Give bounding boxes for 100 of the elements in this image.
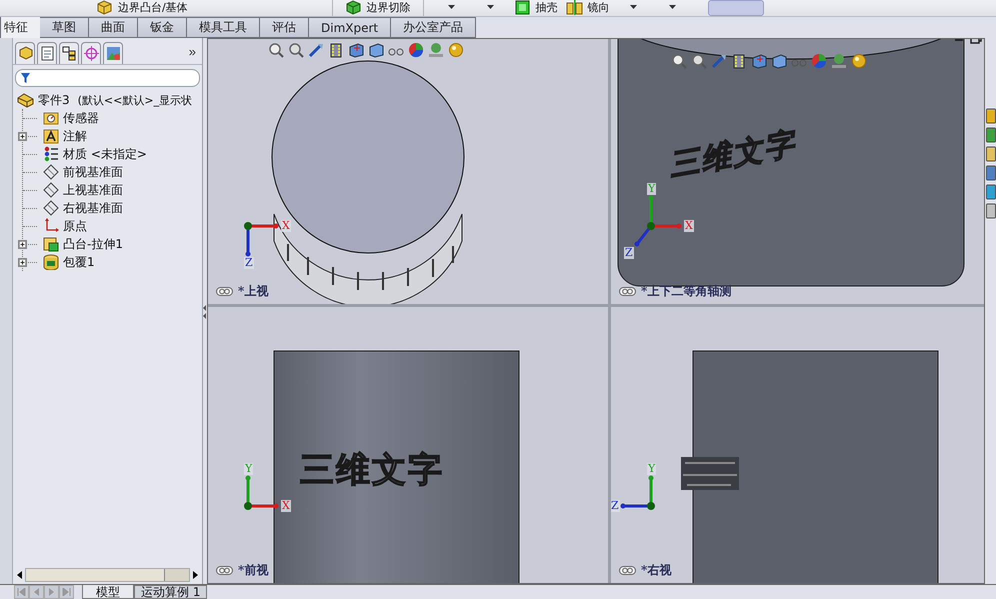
axis-label: Y [647,183,656,195]
more-tabs-button[interactable]: » [188,44,196,58]
plane-icon [43,164,59,180]
filter-icon [21,73,30,83]
horizontal-scrollbar[interactable] [25,568,190,582]
command-tab[interactable]: 草图 [40,17,89,38]
embossed-text: 三维文字 [300,449,444,492]
axis-label: X [281,500,291,512]
bottom-tab[interactable]: 模型 [82,585,134,599]
view-name: *上视 [238,283,268,300]
plane-icon [43,200,59,216]
toolbar-button[interactable]: 抽壳 [510,0,562,15]
caret-icon[interactable] [630,4,637,10]
tree-item[interactable]: 材质 <未指定> [41,146,149,162]
arrow-icon [17,588,26,596]
toolbar-button[interactable]: 边界切除 [340,0,415,15]
toolbar-button[interactable]: 镜向 [562,0,614,15]
extrude-icon [43,236,59,252]
link-views-icon[interactable] [619,566,636,575]
property-manager-icon [40,46,54,61]
configuration-label: (默认<<默认>_显示状 [78,92,192,108]
tree-item[interactable]: 上视基准面 [41,182,125,198]
tree-item[interactable]: 前视基准面 [41,164,125,180]
triad-origin-icon [244,502,252,510]
command-tab[interactable]: 钣金 [138,17,187,38]
axis-label: Z [611,500,620,512]
view-palette-icon[interactable] [986,165,996,181]
link-views-icon[interactable] [619,287,636,296]
command-tab[interactable]: 特征 [0,17,40,38]
previous-view-icon[interactable] [711,53,727,69]
toolbar-button[interactable]: 边界凸台/基体 [92,0,192,15]
previous-view-icon[interactable] [308,42,324,58]
axis-label: Z [244,257,254,269]
axis-label: Z [624,247,634,259]
command-tab[interactable]: 模具工具 [187,17,260,38]
command-tab[interactable]: 评估 [260,17,309,38]
arrow-icon [62,588,71,596]
resources-icon[interactable] [986,108,996,124]
custom-properties-icon[interactable] [986,203,996,219]
section-view-icon[interactable] [328,42,344,58]
view-name: *上下二等角轴测 [641,283,732,300]
tree-item[interactable]: 传感器 [41,110,101,126]
zoom-area-icon[interactable] [691,53,707,69]
origin-icon [43,218,59,234]
view-name: *右视 [641,562,672,579]
axis-label: Y [647,463,656,475]
section-view-icon[interactable] [731,53,747,69]
tree-item[interactable]: 包覆1 [41,254,97,270]
appearances-icon[interactable] [986,184,996,200]
design-library-icon[interactable] [986,127,996,143]
link-views-icon[interactable] [216,566,233,575]
annotation-folder-icon [43,128,59,144]
expand-icon[interactable] [18,132,27,140]
bottom-tab[interactable]: 运动算例 1 [134,585,208,599]
triad-origin-icon [647,502,655,510]
cube-icon [514,0,531,16]
mirror-icon [566,0,583,16]
feature-manager-icon [18,46,32,61]
display-style-icon[interactable] [368,42,384,58]
material-icon [43,146,59,162]
filter-field[interactable] [15,69,200,87]
command-tab[interactable]: DimXpert [309,17,392,38]
tree-item[interactable]: 原点 [41,218,89,234]
panel-tab[interactable] [59,42,79,64]
caret-icon[interactable] [668,4,676,10]
tree-item[interactable]: 右视基准面 [41,200,125,216]
scene-icon[interactable] [831,53,847,69]
expand-icon[interactable] [18,240,27,248]
tree-item[interactable]: 凸台-拉伸1 [41,236,125,252]
configuration-manager-icon [62,46,76,61]
appearance-icon[interactable] [408,42,424,58]
triad-origin-icon [244,222,252,230]
tree-root-item[interactable]: 零件3 [15,92,72,108]
cube-icon [96,0,113,16]
command-tab[interactable]: 曲面 [89,17,138,38]
axis-label: Y [244,463,254,475]
axis-label: X [684,220,694,232]
tree-item[interactable]: 注解 [41,128,89,144]
command-tab[interactable]: 办公室产品 [391,17,476,38]
panel-tab[interactable] [15,42,35,64]
sensor-folder-icon [43,110,59,126]
panel-tab[interactable] [37,42,57,64]
view-name: *前视 [238,562,268,579]
caret-icon[interactable] [448,4,455,10]
zoom-area-icon[interactable] [288,42,304,58]
crosshair-icon [84,46,98,61]
view-orientation-icon[interactable] [348,42,364,58]
axis-label: X [281,220,291,232]
display-manager-icon [106,46,120,61]
triad-origin-icon [647,222,655,230]
wrap-icon [43,254,59,270]
link-views-icon[interactable] [216,287,233,296]
caret-icon[interactable] [486,4,494,10]
part-icon [17,92,34,108]
zoom-to-fit-icon[interactable] [671,53,687,69]
embossed-text-edge-drawing [681,457,739,490]
file-explorer-icon[interactable] [986,146,996,162]
zoom-to-fit-icon[interactable] [268,42,284,58]
expand-icon[interactable] [18,258,27,266]
embossed-text: 三维文字 [670,124,800,186]
